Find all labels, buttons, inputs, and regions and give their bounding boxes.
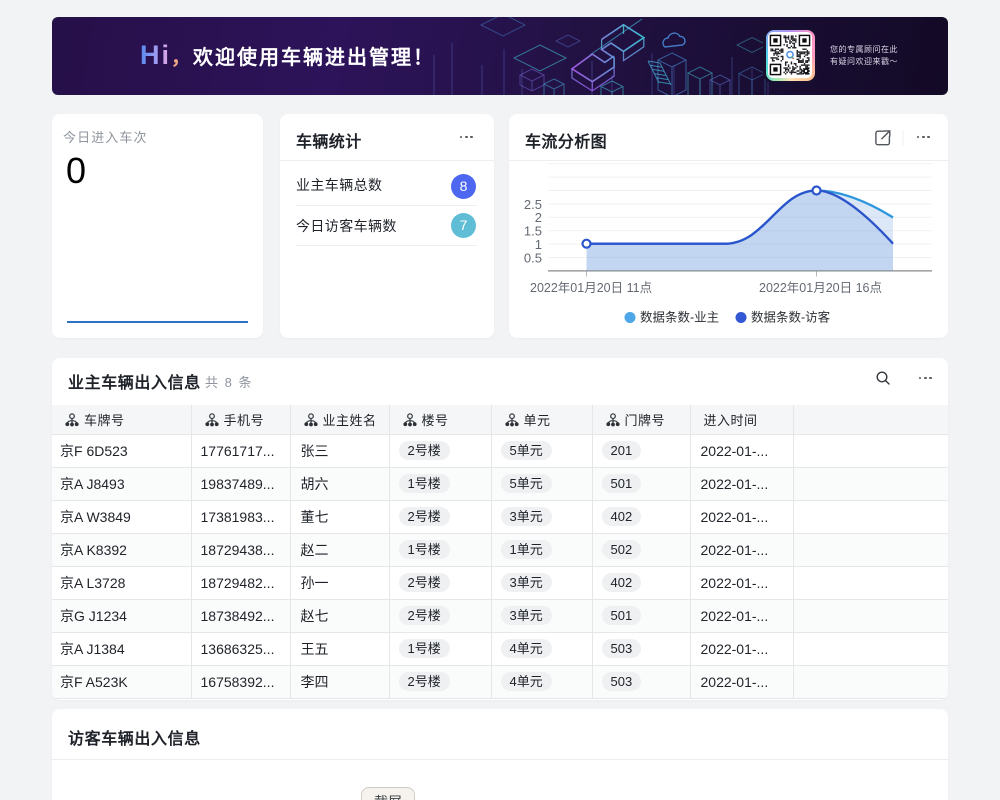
svg-text:2: 2 bbox=[535, 210, 542, 225]
svg-text:2022年01月20日 11点: 2022年01月20日 11点 bbox=[530, 281, 652, 295]
svg-text:数据条数-访客: 数据条数-访客 bbox=[751, 310, 831, 325]
svg-text:2022年01月20日 16点: 2022年01月20日 16点 bbox=[759, 281, 882, 295]
svg-text:数据条数-业主: 数据条数-业主 bbox=[640, 310, 719, 325]
svg-text:2.5: 2.5 bbox=[524, 197, 542, 212]
svg-text:1.5: 1.5 bbox=[524, 224, 542, 239]
svg-text:1: 1 bbox=[535, 237, 542, 252]
svg-text:0.5: 0.5 bbox=[524, 250, 542, 265]
